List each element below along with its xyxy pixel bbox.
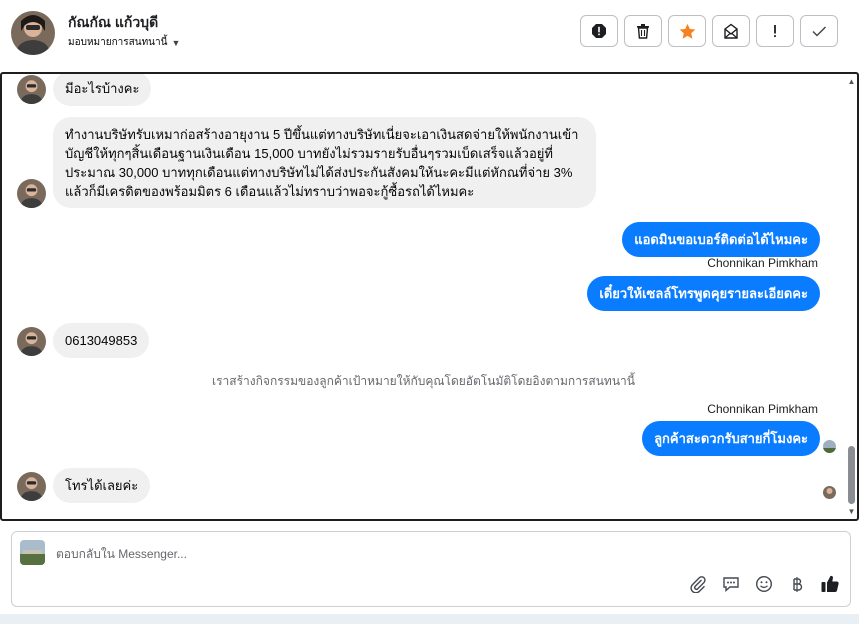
composer-tools <box>688 574 840 594</box>
incoming-message: ทำงานบริษัทรับเหมาก่อสร้างอายุงาน 5 ปีขึ… <box>53 117 596 208</box>
contact-avatar[interactable] <box>11 11 55 55</box>
trash-icon <box>637 24 649 39</box>
incoming-message: โทรได้เลยค่ะ <box>53 468 151 503</box>
incoming-message: มีอะไรบ้างคะ <box>53 74 152 106</box>
contact-avatar-small <box>17 179 46 208</box>
system-notice: เราสร้างกิจกรรมของลูกค้าเป้าหมายให้กับคุ… <box>212 374 635 388</box>
sender-name: Chonnikan Pimkham <box>707 256 818 270</box>
contact-name: กัณกัณ แก้วบุดี <box>68 14 159 30</box>
star-button[interactable] <box>668 15 706 47</box>
incoming-message: 0613049853 <box>53 323 150 358</box>
seen-indicator-avatar <box>823 440 836 453</box>
smiley-icon <box>755 575 773 593</box>
delete-button[interactable] <box>624 15 662 47</box>
mark-unread-button[interactable] <box>712 15 750 47</box>
sender-name: Chonnikan Pimkham <box>707 402 818 416</box>
conversation-header: กัณกัณ แก้วบุดี มอบหมายการสนทนานี้ ▼ <box>0 0 859 72</box>
important-button[interactable] <box>756 15 794 47</box>
scroll-up-arrow-icon[interactable]: ▲ <box>847 77 856 86</box>
report-button[interactable] <box>580 15 618 47</box>
attach-button[interactable] <box>688 574 708 594</box>
done-button[interactable] <box>800 15 838 47</box>
paperclip-icon <box>690 576 706 593</box>
bottom-strip <box>0 614 859 624</box>
outgoing-message: เดี๋ยวให้เซลล์โทรพูดคุยรายละเอียดคะ <box>587 276 820 311</box>
exclamation-icon <box>774 25 776 37</box>
emoji-button[interactable] <box>754 574 774 594</box>
assign-label: มอบหมายการสนทนานี้ <box>68 37 168 48</box>
like-button[interactable] <box>820 574 840 594</box>
envelope-icon <box>724 23 738 39</box>
contact-avatar-small <box>17 472 46 501</box>
seen-indicator-avatar <box>823 486 836 499</box>
reply-input[interactable] <box>56 544 656 564</box>
thumbs-up-icon <box>821 575 839 593</box>
outgoing-message: ลูกค้าสะดวกรับสายกี่โมงคะ <box>642 421 820 456</box>
payment-button[interactable] <box>787 574 807 594</box>
alert-octagon-icon <box>592 24 606 38</box>
contact-avatar-small <box>17 75 46 104</box>
header-actions <box>580 15 838 47</box>
outgoing-message: แอดมินขอเบอร์ติดต่อได้ไหมคะ <box>622 222 820 257</box>
scroll-thumb[interactable] <box>848 446 855 504</box>
assign-conversation-dropdown[interactable]: มอบหมายการสนทนานี้ ▼ <box>68 35 180 50</box>
baht-icon <box>793 577 803 592</box>
page-avatar <box>20 540 45 565</box>
reply-composer <box>11 531 851 607</box>
message-thread[interactable]: มีอะไรบ้างคะ ทำงานบริษัทรับเหมาก่อสร้างอ… <box>0 72 859 521</box>
check-icon <box>812 26 827 37</box>
star-icon <box>679 23 695 39</box>
scroll-down-arrow-icon[interactable]: ▼ <box>847 507 856 516</box>
caret-down-icon: ▼ <box>171 37 181 48</box>
saved-replies-button[interactable] <box>721 574 741 594</box>
contact-avatar-small <box>17 327 46 356</box>
chat-bubble-icon <box>723 577 739 593</box>
thread-scrollbar[interactable]: ▲ ▼ <box>846 74 857 519</box>
